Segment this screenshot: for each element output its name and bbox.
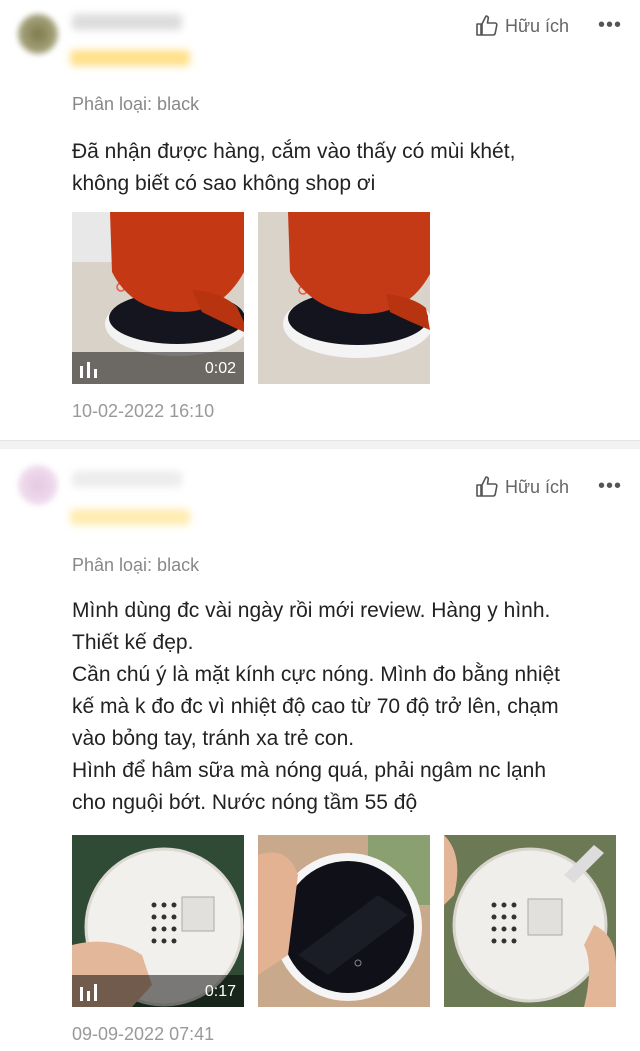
video-duration: 0:17 [204,983,236,1000]
review-timestamp: 10-02-2022 16:10 [72,401,215,421]
review-video-thumbnail[interactable]: 0:02 [72,212,244,384]
review-photo [444,835,616,1007]
review-image-thumbnail[interactable] [258,212,430,384]
username-blurred [72,14,182,30]
review-photo [258,835,430,1007]
variation-label: Phân loại: black [72,555,200,575]
star-rating-blurred [70,509,190,525]
variation-label: Phân loại: black [72,94,200,114]
thumbs-up-icon [476,15,498,36]
more-options-button[interactable]: ••• [598,475,622,498]
review-video-thumbnail[interactable]: 0:17 [72,835,244,1007]
review-text: Mình dùng đc vài ngày rồi mới review. Hà… [72,599,561,814]
video-duration: 0:02 [204,360,236,377]
video-bars-icon [80,984,97,1001]
more-options-button[interactable]: ••• [598,14,622,37]
review-timestamp: 09-09-2022 07:41 [72,1024,215,1044]
helpful-button[interactable]: Hữu ích [475,14,569,38]
review-card: Hữu ích ••• Phân loại: black Đã nhận đượ… [0,0,640,440]
review-photo [258,212,430,384]
username-blurred [72,471,182,487]
review-text: Đã nhận được hàng, cắm vào thấy có mùi k… [72,140,516,195]
helpful-button[interactable]: Hữu ích [475,475,569,499]
review-image-thumbnail[interactable] [444,835,616,1007]
star-rating-blurred [70,50,190,66]
avatar[interactable] [18,465,58,505]
video-bars-icon [80,362,97,378]
video-overlay-bar: 0:02 [72,352,244,384]
avatar[interactable] [18,14,58,54]
review-image-thumbnail[interactable] [258,835,430,1007]
helpful-label: Hữu ích [505,476,570,497]
helpful-label: Hữu ích [505,15,570,36]
video-overlay-bar: 0:17 [72,975,244,1007]
review-card: Hữu ích ••• Phân loại: black Mình dùng đ… [0,449,640,1051]
thumbs-up-icon [476,476,498,497]
review-divider [0,440,640,449]
